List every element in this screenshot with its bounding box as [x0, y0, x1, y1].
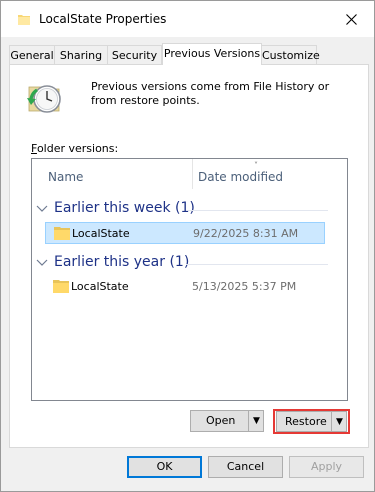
open-button[interactable]: Open ▼ [190, 410, 264, 432]
item-name: LocalState [72, 227, 130, 240]
info-text: Previous versions come from File History… [91, 80, 330, 107]
clock-icon [27, 85, 61, 113]
group-divider [188, 210, 328, 211]
group-divider [186, 264, 328, 265]
list-item[interactable]: LocalState 5/13/2025 5:37 PM [45, 276, 325, 298]
folder-versions-label: Folder versions: [31, 142, 118, 155]
group-header-year[interactable]: Earlier this year (1) [36, 254, 336, 274]
tab-customize[interactable]: Customize [261, 45, 320, 64]
group-label: Earlier this week (1) [54, 200, 195, 216]
close-icon [346, 13, 357, 25]
tab-label: Customize [262, 49, 320, 62]
tab-label: General [10, 49, 54, 62]
folder-icon [54, 227, 70, 240]
tab-security[interactable]: Security [107, 45, 162, 64]
chevron-down-icon [36, 259, 48, 266]
tab-strip: General Sharing Security Previous Versio… [9, 43, 369, 65]
title-bar[interactable]: LocalState Properties [1, 1, 374, 37]
group-header-week[interactable]: Earlier this week (1) [36, 200, 336, 220]
chevron-down-icon [36, 205, 48, 212]
apply-button-label: Apply [310, 460, 343, 473]
restore-button-label: Restore [285, 415, 327, 428]
versions-list[interactable]: ˅ Name Date modified Earlier this week (… [31, 158, 348, 401]
folder-versions-label-text: older versions: [36, 142, 119, 155]
properties-window: LocalState Properties General Sharing Se… [0, 0, 375, 492]
open-button-label: Open [206, 414, 236, 427]
item-date: 9/22/2025 8:31 AM [193, 227, 299, 240]
item-date: 5/13/2025 5:37 PM [192, 280, 297, 293]
group-label: Earlier this year (1) [54, 254, 190, 270]
tab-label: Sharing [59, 49, 103, 62]
column-name-label: Name [48, 170, 84, 184]
ok-button[interactable]: OK [127, 456, 202, 478]
item-name: LocalState [71, 280, 129, 293]
restore-button[interactable]: Restore ▼ [276, 411, 347, 432]
tab-label: Security [111, 49, 158, 62]
ok-button-label: OK [156, 460, 173, 473]
close-button[interactable] [329, 1, 374, 37]
tab-general[interactable]: General [9, 45, 55, 64]
chevron-down-icon: ▼ [253, 416, 260, 426]
folder-icon [53, 280, 69, 293]
tab-previous-versions[interactable]: Previous Versions [162, 43, 262, 65]
open-dropdown[interactable]: ▼ [248, 411, 264, 431]
cancel-button-label: Cancel [226, 460, 265, 473]
tab-label: Previous Versions [163, 47, 261, 60]
apply-button[interactable]: Apply [289, 456, 364, 478]
folder-icon [18, 15, 30, 25]
cancel-button[interactable]: Cancel [208, 456, 283, 478]
window-title: LocalState Properties [39, 12, 167, 26]
column-header-date[interactable]: Date modified [192, 159, 348, 189]
restore-dropdown[interactable]: ▼ [331, 412, 347, 431]
chevron-down-icon: ▼ [336, 416, 343, 427]
column-date-label: Date modified [198, 170, 284, 184]
list-item[interactable]: LocalState 9/22/2025 8:31 AM [45, 222, 325, 244]
tab-sharing[interactable]: Sharing [54, 45, 108, 64]
column-header-name[interactable]: Name [48, 159, 188, 189]
